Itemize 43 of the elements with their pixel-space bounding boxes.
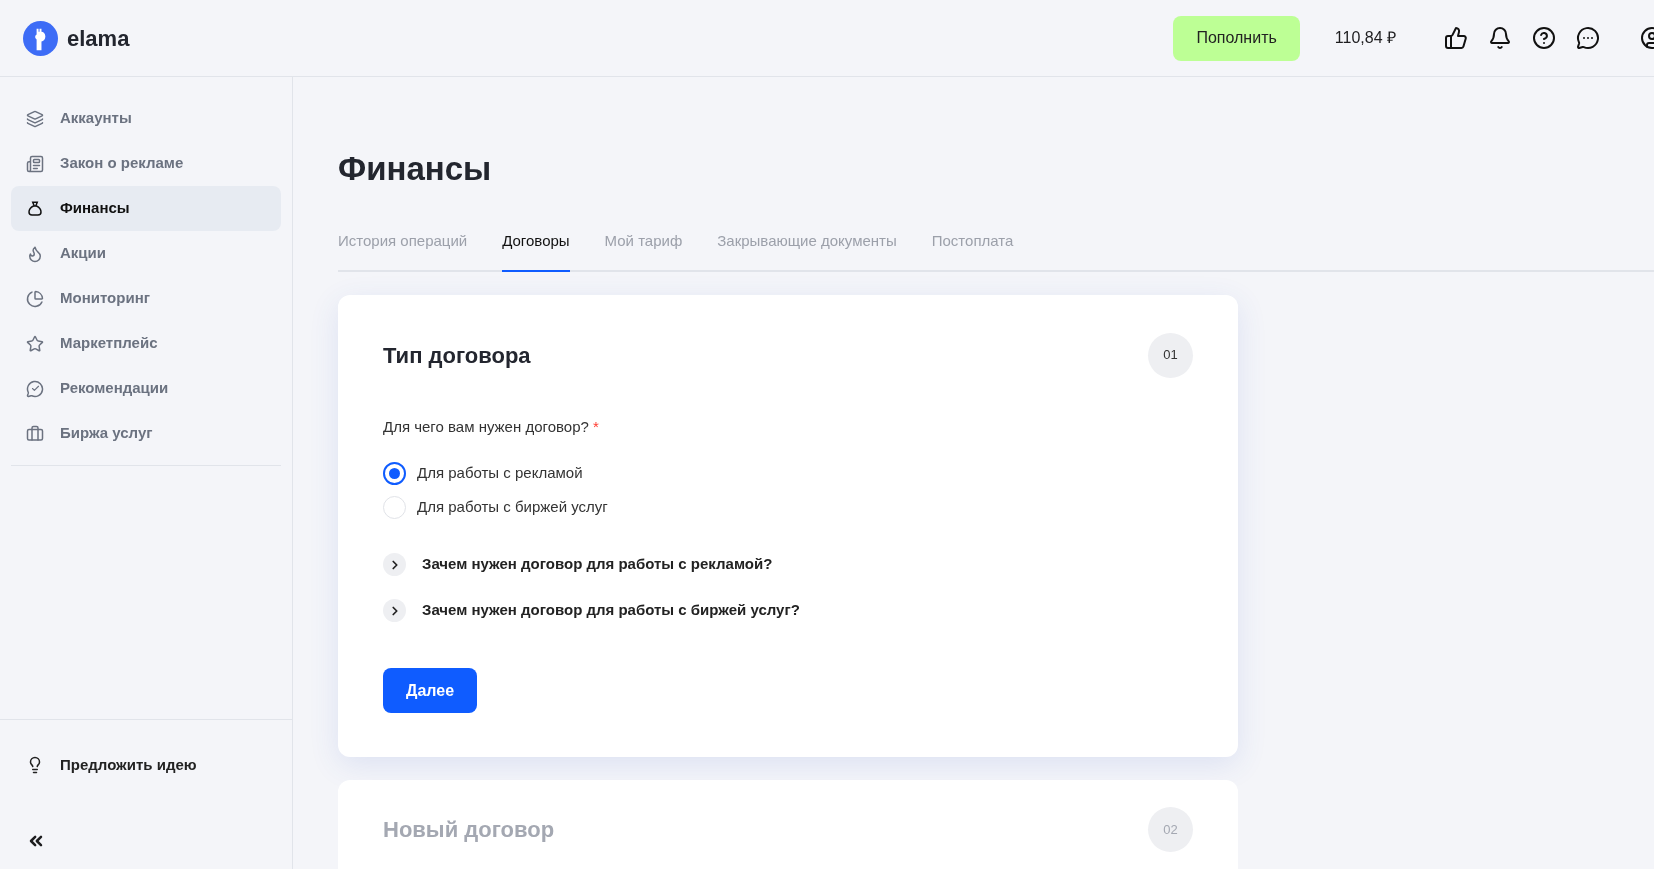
step-title: Тип договора	[383, 341, 531, 370]
faq-item[interactable]: Зачем нужен договор для работы с биржей услуг?	[383, 599, 1193, 622]
sidebar-item[interactable]: Закон о рекламе	[11, 141, 281, 186]
sidebar-item[interactable]: Мониторинг	[11, 276, 281, 321]
card-icon	[26, 154, 44, 173]
step-number: 02	[1148, 807, 1193, 852]
chat-check-icon	[26, 379, 44, 398]
pie-chart-icon	[26, 289, 44, 308]
faq-item[interactable]: Зачем нужен договор для работы с рекламой?	[383, 553, 1193, 576]
help-icon[interactable]	[1532, 26, 1556, 50]
sidebar-item[interactable]: Аккаунты	[11, 96, 281, 141]
logo-text: elama	[67, 24, 130, 53]
topup-button[interactable]: Пополнить	[1173, 15, 1300, 61]
tab[interactable]: Мой тариф	[604, 230, 683, 272]
flame-icon	[26, 244, 44, 263]
sidebar-item[interactable]: Акции	[11, 231, 281, 276]
sidebar-item[interactable]: Маркетплейс	[11, 321, 281, 366]
step-title: Новый договор	[383, 816, 555, 844]
question-label: Для чего вам нужен договор? *	[383, 416, 600, 437]
sidebar-item[interactable]: Рекомендации	[11, 366, 281, 411]
suggest-idea-link[interactable]: Предложить идею	[26, 753, 266, 776]
tab[interactable]: Договоры	[502, 230, 570, 272]
tab[interactable]: История операций	[338, 230, 468, 272]
like-icon[interactable]	[1444, 26, 1468, 50]
sidebar-item[interactable]: Финансы	[11, 186, 281, 231]
sidebar-item[interactable]: Биржа услуг	[11, 411, 281, 456]
page-title: Финансы	[338, 152, 493, 185]
next-button[interactable]: Далее	[383, 668, 478, 713]
profile-icon[interactable]	[1640, 26, 1654, 50]
star-icon	[26, 334, 44, 353]
radio-option[interactable]: Для работы с биржей услуг	[383, 496, 1193, 519]
money-bag-icon	[26, 199, 44, 218]
step-number: 01	[1148, 332, 1193, 378]
briefcase-icon	[26, 424, 44, 443]
chat-icon[interactable]	[1576, 26, 1600, 50]
radio-button[interactable]	[383, 462, 406, 485]
notification-icon[interactable]	[1488, 26, 1512, 50]
layers-icon	[26, 109, 44, 128]
logo-icon	[23, 20, 58, 56]
tab[interactable]: Постоплата	[931, 230, 1014, 272]
tab[interactable]: Закрывающие документы	[717, 230, 897, 272]
radio-option[interactable]: Для работы с рекламой	[383, 462, 1193, 485]
balance-amount: 110,84 ₽	[1334, 28, 1396, 48]
